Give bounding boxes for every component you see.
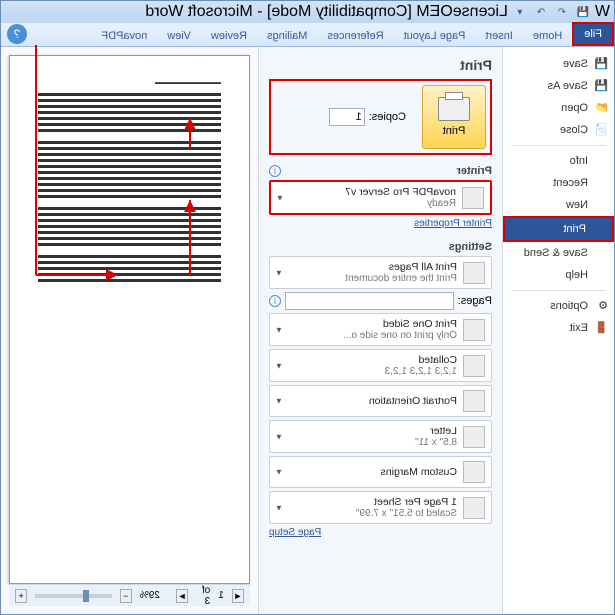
tab-review[interactable]: Review [201,26,257,46]
nav-new[interactable]: New [503,194,614,216]
redo-icon[interactable]: ↷ [532,3,550,21]
info-icon[interactable]: i [269,165,281,177]
print-button[interactable]: Print [422,85,486,149]
printer-icon [438,97,470,121]
copies-input[interactable] [329,108,365,126]
pages-label: Pages: [458,295,492,307]
print-heading: Print [269,57,492,73]
nav-open[interactable]: 📂Open [503,97,614,119]
paper-select[interactable]: Letter8.5" x 11" ▼ [269,420,492,453]
printer-device-icon [462,187,484,209]
next-page-button[interactable]: ► [176,589,188,603]
zoom-slider[interactable] [35,594,111,598]
nav-help[interactable]: Help [503,264,614,286]
orientation-icon [463,390,485,412]
nav-exit[interactable]: 🚪Exit [503,317,614,339]
print-panel: Print Print Copies: Printer i novaPDF Pro… [259,47,502,614]
options-icon: ⚙ [594,299,608,313]
pages-input[interactable] [285,292,454,310]
collate-select[interactable]: Collated1,2,3 1,2,3 1,2,3 ▼ [269,349,492,382]
chevron-down-icon: ▼ [275,503,283,512]
chevron-down-icon: ▼ [275,361,283,370]
save-icon[interactable]: 💾 [574,3,592,21]
printer-properties-link[interactable]: Printer Properties [269,218,492,229]
info-icon[interactable]: i [269,295,281,307]
qat-more-icon[interactable]: ▾ [511,3,529,21]
paper-icon [463,426,485,448]
collate-icon [463,355,485,377]
preview-status-bar: ◄ 1 of 3 ► 29% − + [9,584,250,606]
nav-print[interactable]: Print [503,216,614,242]
chevron-down-icon: ▼ [275,397,283,406]
save-icon: 💾 [594,57,608,71]
nav-close[interactable]: 📄Close [503,119,614,141]
quick-access-toolbar: W 💾 ↶ ↷ ▾ LicenseOEM [Compatibility Mode… [1,1,614,23]
zoom-level: 29% [140,590,160,601]
chevron-down-icon: ▼ [275,468,283,477]
nav-save[interactable]: 💾Save [503,53,614,75]
window-title: LicenseOEM [Compatibility Mode] - Micros… [145,3,507,21]
chevron-down-icon: ▼ [276,193,284,202]
zoom-in-button[interactable]: + [15,589,27,603]
chevron-down-icon: ▼ [275,268,283,277]
chevron-down-icon: ▼ [275,325,283,334]
open-icon: 📂 [594,101,608,115]
exit-icon: 🚪 [594,321,608,335]
chevron-down-icon: ▼ [275,432,283,441]
tab-file[interactable]: File [572,22,614,46]
print-preview: ▬▬▬▬▬▬▬▬▬▬▬ ◄ 1 of 3 ► 29% − + [1,47,259,614]
margins-icon [463,461,485,483]
tab-home[interactable]: Home [523,26,572,46]
page-setup-link[interactable]: Page Setup [269,527,321,538]
settings-heading: Settings [449,241,492,253]
page-of: of 3 [196,585,210,607]
margins-select[interactable]: Custom Margins ▼ [269,456,492,488]
close-icon: 📄 [594,123,608,137]
nav-save-send[interactable]: Save & Send [503,242,614,264]
sheet-icon [463,497,485,519]
nav-info[interactable]: Info [503,150,614,172]
tab-page-layout[interactable]: Page Layout [394,26,476,46]
sided-icon [463,319,485,341]
tab-references[interactable]: References [317,26,393,46]
ribbon-tabs: File Home Insert Page Layout References … [1,23,614,47]
print-range-select[interactable]: Print All PagesPrint the entire document… [269,256,492,289]
preview-page: ▬▬▬▬▬▬▬▬▬▬▬ [9,55,250,584]
printer-heading: Printer [457,165,492,177]
nav-options[interactable]: ⚙Options [503,295,614,317]
pages-icon [463,262,485,284]
orientation-select[interactable]: Portrait Orientation ▼ [269,385,492,417]
nav-recent[interactable]: Recent [503,172,614,194]
prev-page-button[interactable]: ◄ [232,589,244,603]
save-as-icon: 💾 [594,79,608,93]
zoom-out-button[interactable]: − [120,589,132,603]
tab-novapdf[interactable]: novaPDF [91,26,157,46]
undo-icon[interactable]: ↶ [553,3,571,21]
nav-save-as[interactable]: 💾Save As [503,75,614,97]
word-icon: W [595,3,610,21]
printer-select[interactable]: novaPDF Pro Server v7Ready ▼ [269,180,492,215]
page-number: 1 [218,590,224,601]
sided-select[interactable]: Print One SidedOnly print on one side o.… [269,313,492,346]
copies-label: Copies: [369,111,406,123]
backstage-nav: 💾Save 💾Save As 📂Open 📄Close Info Recent … [502,47,614,614]
tab-view[interactable]: View [157,26,201,46]
help-icon[interactable]: ? [7,24,27,44]
tab-insert[interactable]: Insert [475,26,523,46]
pages-per-sheet-select[interactable]: 1 Page Per SheetScaled to 5.51" x 7.99" … [269,491,492,524]
tab-mailings[interactable]: Mailings [257,26,317,46]
